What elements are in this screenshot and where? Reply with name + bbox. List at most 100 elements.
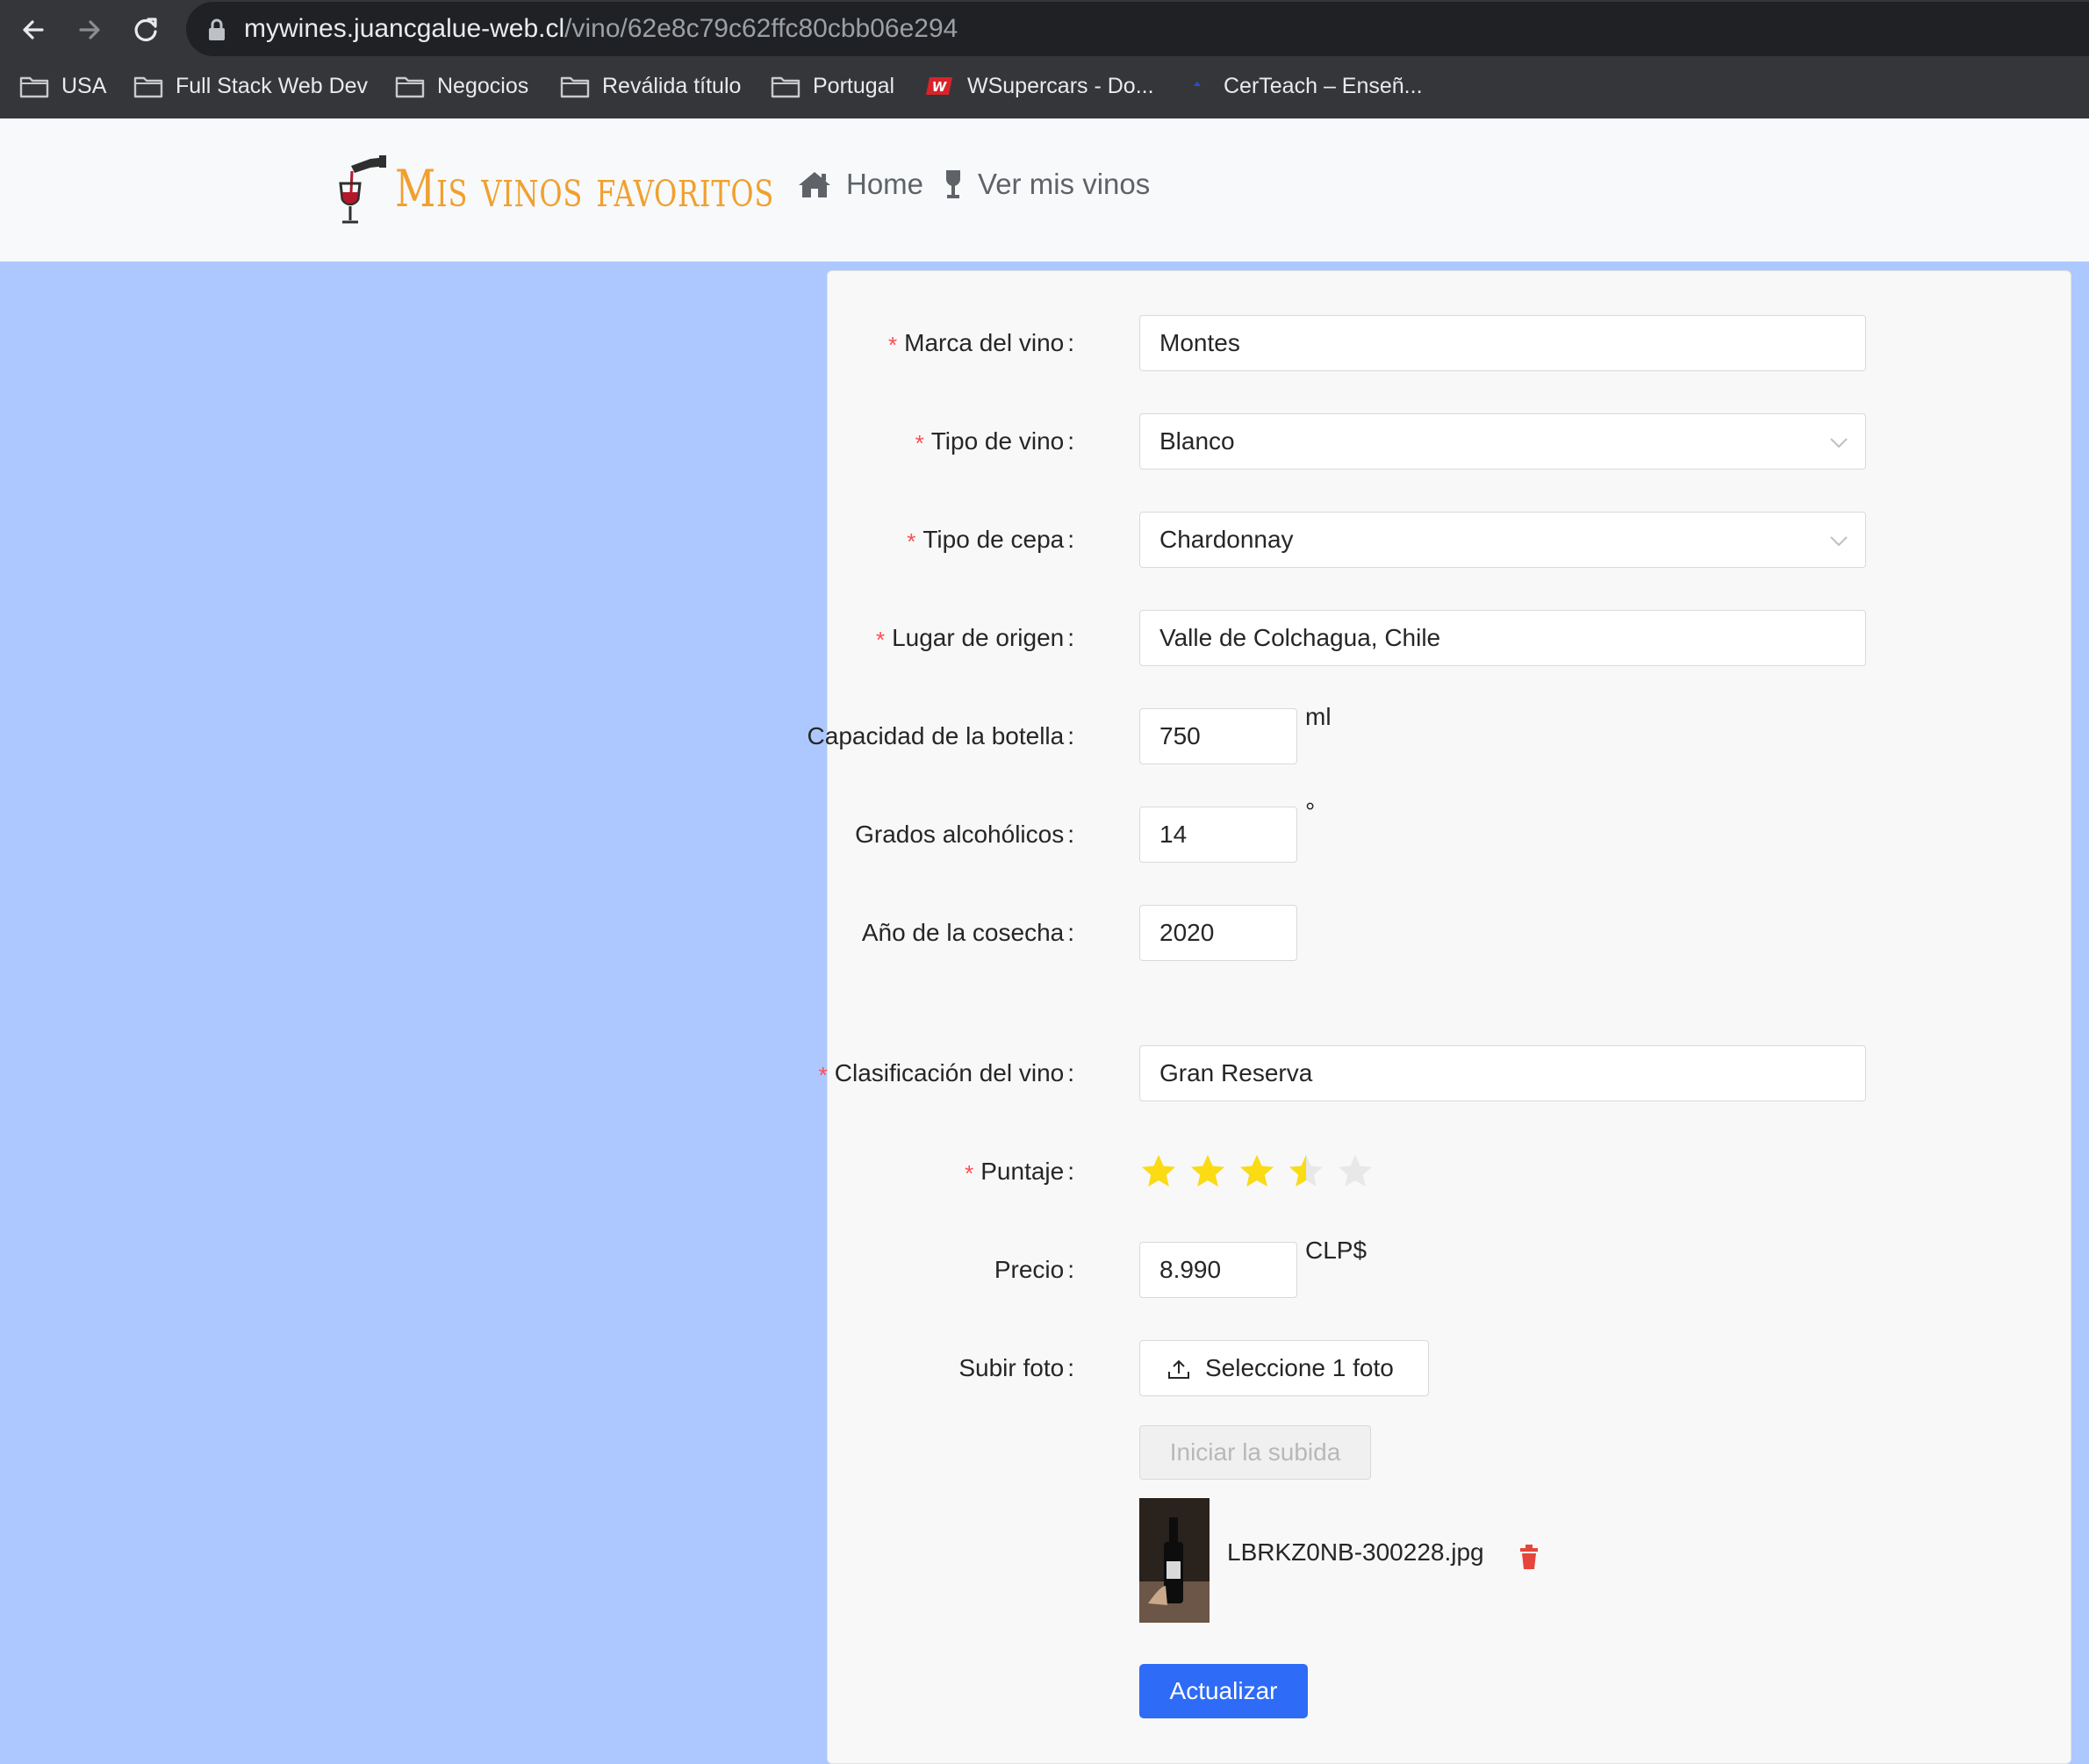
nav-ver-mis-vinos[interactable]: Ver mis vinos — [943, 168, 1150, 201]
vintage-label: Año de la cosecha: — [861, 919, 1074, 946]
bookmark-label: Full Stack Web Dev — [176, 73, 369, 98]
browser-chrome: mywines.juancgalue-web.cl/vino/62e8c79c6… — [0, 0, 2089, 118]
url-text: mywines.juancgalue-web.cl/vino/62e8c79c6… — [244, 14, 958, 44]
form-row-photo: Subir foto: Seleccione 1 foto — [828, 1340, 2071, 1396]
start-upload-button[interactable]: Iniciar la subida — [1139, 1425, 1371, 1480]
bookmark-label: Portugal — [813, 73, 895, 98]
form-row-wine-type: * Tipo de vino: Blanco — [828, 413, 2071, 470]
form-row-price: Precio: 8.990 CLP$ — [828, 1237, 2071, 1298]
form-row-alcohol: Grados alcohólicos: 14 ° — [828, 798, 2071, 863]
bookmarks-bar: USA Full Stack Web Dev Negocios Reválida… — [0, 65, 2089, 118]
grape-value: Chardonnay — [1159, 526, 1294, 553]
url-path: /vino/62e8c79c62ffc80cbb06e294 — [564, 14, 958, 43]
bookmark-negocios[interactable]: Negocios — [395, 65, 528, 107]
folder-icon — [771, 76, 800, 98]
lock-icon[interactable] — [205, 18, 228, 42]
capacity-unit: ml — [1305, 703, 1332, 730]
url-host: mywines.juancgalue-web.cl — [244, 14, 565, 43]
certeach-favicon — [1194, 82, 1201, 86]
nav-ver-mis-vinos-label: Ver mis vinos — [978, 168, 1151, 200]
select-photo-label: Seleccione 1 foto — [1205, 1354, 1394, 1381]
star-icon[interactable] — [1287, 1152, 1325, 1191]
wsupercars-favicon: W — [926, 77, 952, 95]
uploaded-file-item: LBRKZ0NB-300228.jpg — [1139, 1498, 1666, 1624]
upload-icon — [1168, 1359, 1189, 1379]
wine-type-value: Blanco — [1159, 427, 1235, 455]
folder-icon — [395, 76, 425, 98]
bookmark-label: Negocios — [437, 73, 529, 98]
required-mark: * — [875, 626, 886, 653]
bookmark-label: Reválida título — [602, 73, 742, 98]
brand-label: * Marca del vino: — [888, 329, 1074, 358]
nav-home-label: Home — [846, 168, 924, 200]
price-currency: CLP$ — [1305, 1237, 1368, 1264]
alcohol-unit: ° — [1305, 798, 1316, 825]
wine-bottle-pouring-logo-icon[interactable] — [325, 154, 388, 226]
folder-icon — [133, 76, 163, 98]
star-icon[interactable] — [1238, 1152, 1276, 1191]
grape-select[interactable]: Chardonnay — [1139, 512, 1866, 568]
classification-label: * Clasificación del vino: — [818, 1059, 1074, 1088]
wine-edit-form: * Marca del vino: Montes * Tipo de vino: B… — [808, 270, 2071, 1764]
uploaded-file-name[interactable]: LBRKZ0NB-300228.jpg — [1227, 1538, 1484, 1567]
star-rating[interactable] — [1139, 1144, 1375, 1200]
required-mark: * — [907, 527, 916, 555]
update-button[interactable]: Actualizar — [1139, 1664, 1308, 1718]
price-label: Precio: — [994, 1256, 1074, 1283]
chevron-down-icon — [1830, 536, 1848, 547]
back-icon[interactable] — [14, 11, 53, 49]
price-input[interactable]: 8.990 — [1139, 1242, 1297, 1298]
folder-icon — [560, 76, 590, 98]
select-photo-button[interactable]: Seleccione 1 foto — [1139, 1340, 1429, 1396]
svg-text:W: W — [932, 79, 948, 95]
classification-input[interactable]: Gran Reserva — [1139, 1045, 1866, 1101]
photo-label: Subir foto: — [958, 1354, 1074, 1381]
form-row-capacity: Capacidad de la botella: 750 ml — [808, 703, 2071, 764]
bookmark-label: CerTeach – Enseñ... — [1224, 73, 1423, 98]
app-navbar: Mis vinos favoritos Home Ver mis vinos — [0, 118, 2089, 262]
delete-icon[interactable] — [1517, 1544, 1541, 1570]
star-icon[interactable] — [1139, 1152, 1178, 1191]
bookmark-label: USA — [61, 73, 107, 98]
origin-label: * Lugar de origen: — [875, 624, 1074, 653]
form-row-vintage: Año de la cosecha: 2020 — [828, 905, 2071, 961]
wine-glass-icon — [946, 170, 960, 198]
required-mark: * — [965, 1159, 974, 1187]
folder-icon — [19, 76, 49, 98]
bookmark-wsupercars[interactable]: W WSupercars - Do... — [925, 65, 1154, 107]
form-row-grape: * Tipo de cepa: Chardonnay — [828, 512, 2071, 568]
reload-icon[interactable] — [126, 11, 165, 49]
form-row-rating: * Puntaje: — [828, 1144, 2071, 1200]
capacity-input[interactable]: 750 — [1139, 708, 1297, 764]
forward-icon[interactable] — [70, 11, 109, 49]
form-row-origin: * Lugar de origen: Valle de Colchagua, Ch… — [828, 610, 2071, 666]
rating-label: * Puntaje: — [965, 1158, 1074, 1187]
alcohol-label: Grados alcohólicos: — [855, 821, 1074, 848]
bookmark-usa[interactable]: USA — [19, 65, 106, 107]
address-bar[interactable]: mywines.juancgalue-web.cl/vino/62e8c79c6… — [186, 2, 2089, 56]
chevron-down-icon — [1830, 438, 1848, 448]
wine-bottle-photo-thumbnail[interactable] — [1139, 1498, 1210, 1623]
required-mark: * — [818, 1061, 828, 1088]
bookmark-label: WSupercars - Do... — [967, 73, 1154, 98]
alcohol-input[interactable]: 14 — [1139, 807, 1297, 863]
required-mark: * — [915, 429, 924, 456]
wine-type-label: * Tipo de vino: — [915, 427, 1074, 456]
required-mark: * — [888, 331, 898, 358]
home-icon — [799, 172, 830, 197]
star-icon[interactable] — [1188, 1152, 1227, 1191]
wine-type-select[interactable]: Blanco — [1139, 413, 1866, 470]
bookmark-revalida-titulo[interactable]: Reválida título — [560, 65, 741, 107]
form-row-classification: * Clasificación del vino: Gran Reserva — [819, 1045, 2071, 1101]
logo-text[interactable]: Mis vinos favoritos — [395, 159, 774, 219]
brand-input[interactable]: Montes — [1139, 315, 1866, 371]
origin-input[interactable]: Valle de Colchagua, Chile — [1139, 610, 1866, 666]
bookmark-portugal[interactable]: Portugal — [771, 65, 894, 107]
star-icon[interactable] — [1336, 1152, 1375, 1191]
capacity-label: Capacidad de la botella: — [807, 722, 1074, 749]
form-row-brand: * Marca del vino: Montes — [828, 315, 2071, 371]
bookmark-full-stack-web-dev[interactable]: Full Stack Web Dev — [133, 65, 368, 107]
bookmark-certeach[interactable]: CerTeach – Enseñ... — [1181, 65, 1423, 107]
vintage-input[interactable]: 2020 — [1139, 905, 1297, 961]
nav-home[interactable]: Home — [797, 168, 923, 201]
